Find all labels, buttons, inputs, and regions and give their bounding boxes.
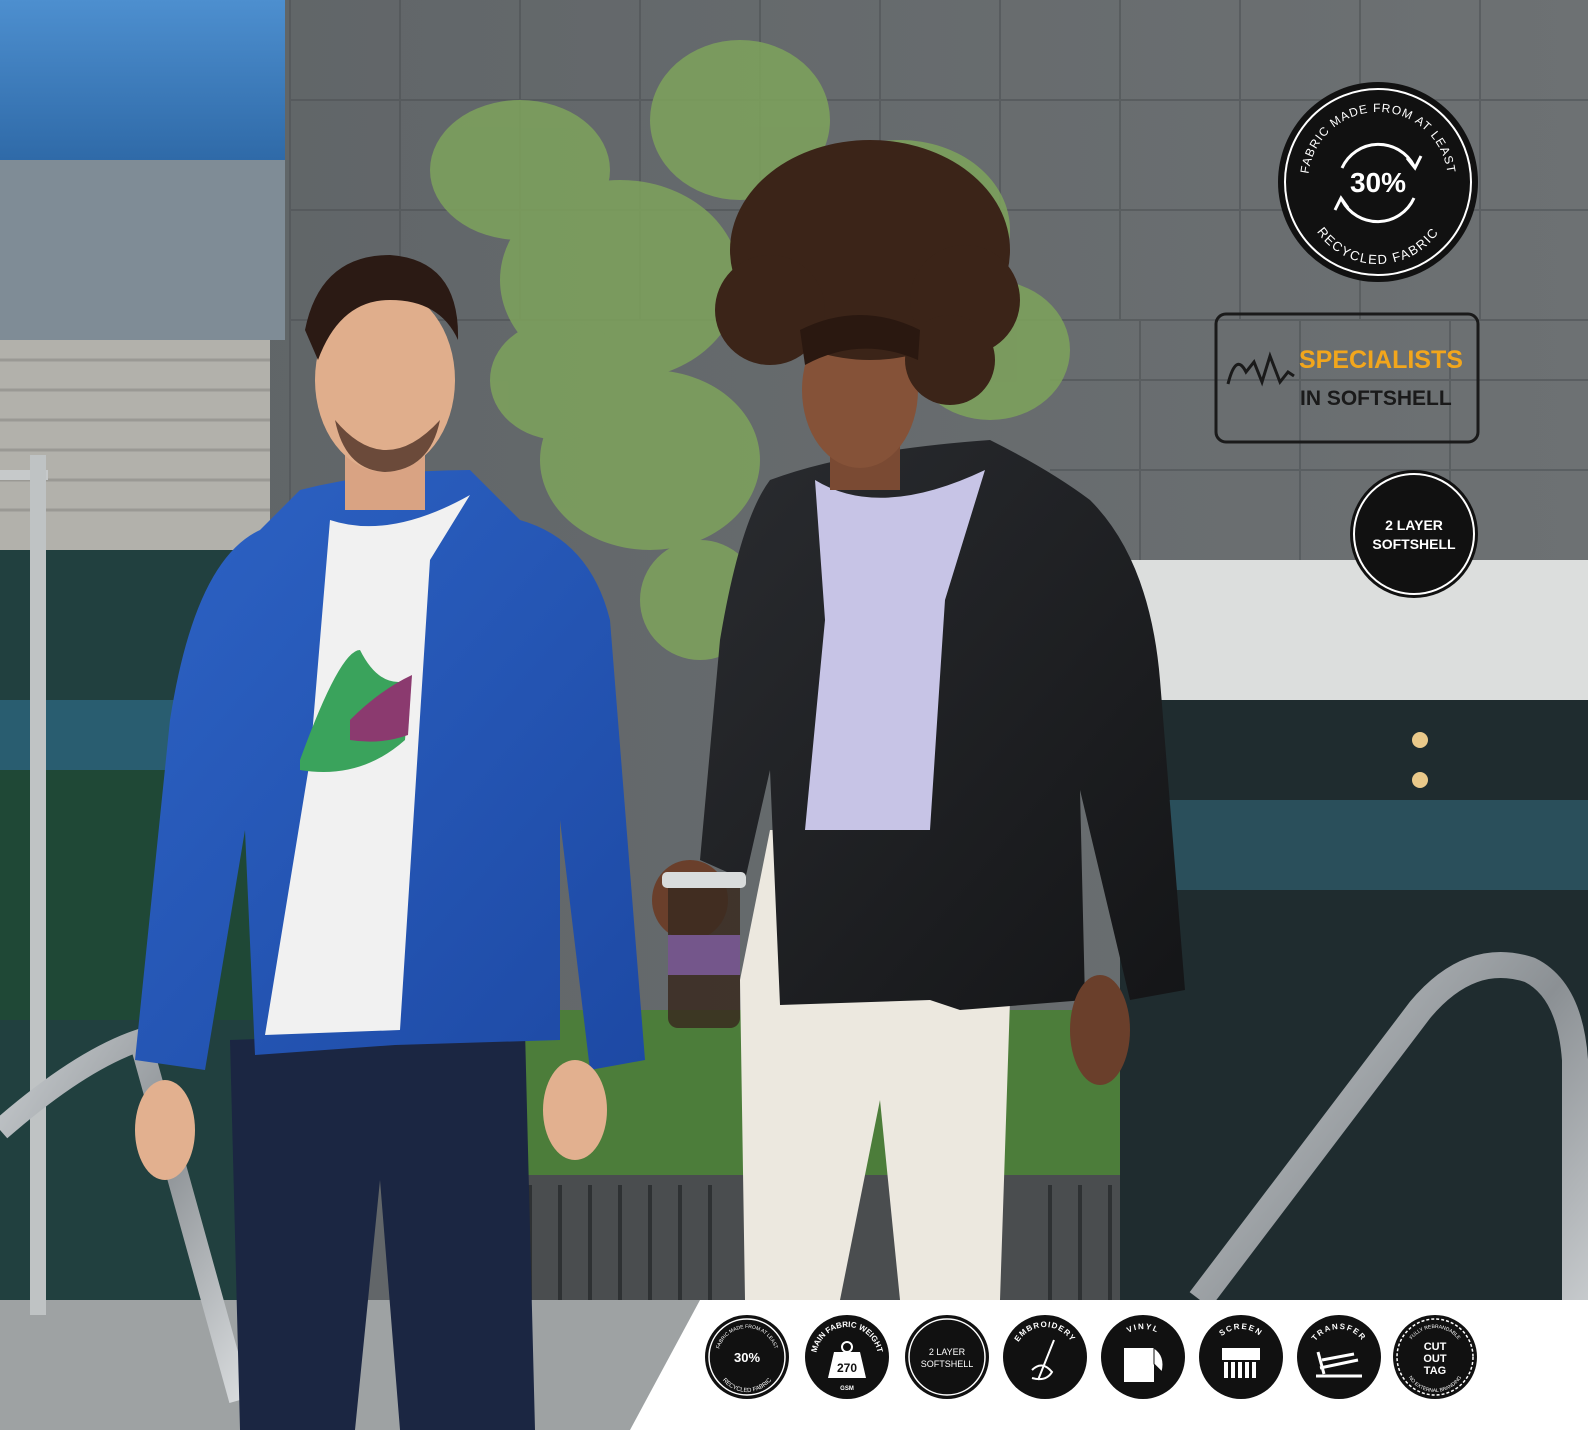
- layer-line2: SOFTSHELL: [1372, 536, 1456, 552]
- recycled-fabric-badge: FABRIC MADE FROM AT LEAST RECYCLED FABRI…: [1278, 82, 1478, 282]
- specialists-line1: SPECIALISTS: [1299, 346, 1463, 374]
- icon-strip-panel: [630, 1300, 1588, 1430]
- layer-line1: 2 LAYER: [1385, 517, 1443, 533]
- specialists-softshell-badge: SPECIALISTS IN SOFTSHELL: [1214, 312, 1480, 444]
- recycled-percent: 30%: [1350, 167, 1406, 198]
- specialists-line2: IN SOFTSHELL: [1300, 387, 1452, 410]
- mountain-wave-icon: [1226, 351, 1295, 387]
- two-layer-softshell-badge: 2 LAYER SOFTSHELL: [1350, 470, 1478, 598]
